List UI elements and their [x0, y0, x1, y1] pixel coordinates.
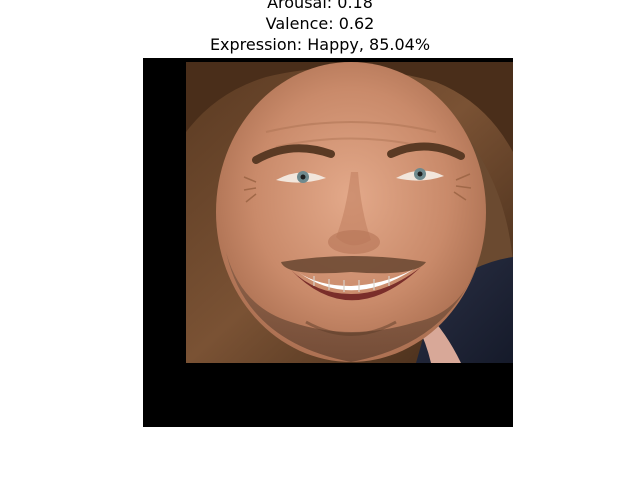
figure-title: Arousal: 0.18 Valence: 0.62 Expression: …: [0, 0, 640, 55]
face-photo: [186, 62, 513, 363]
face-image-frame: [143, 58, 513, 427]
valence-label: Valence: 0.62: [265, 14, 375, 33]
arousal-label: Arousal: 0.18: [267, 0, 373, 12]
expression-label: Expression: Happy, 85.04%: [209, 35, 431, 54]
